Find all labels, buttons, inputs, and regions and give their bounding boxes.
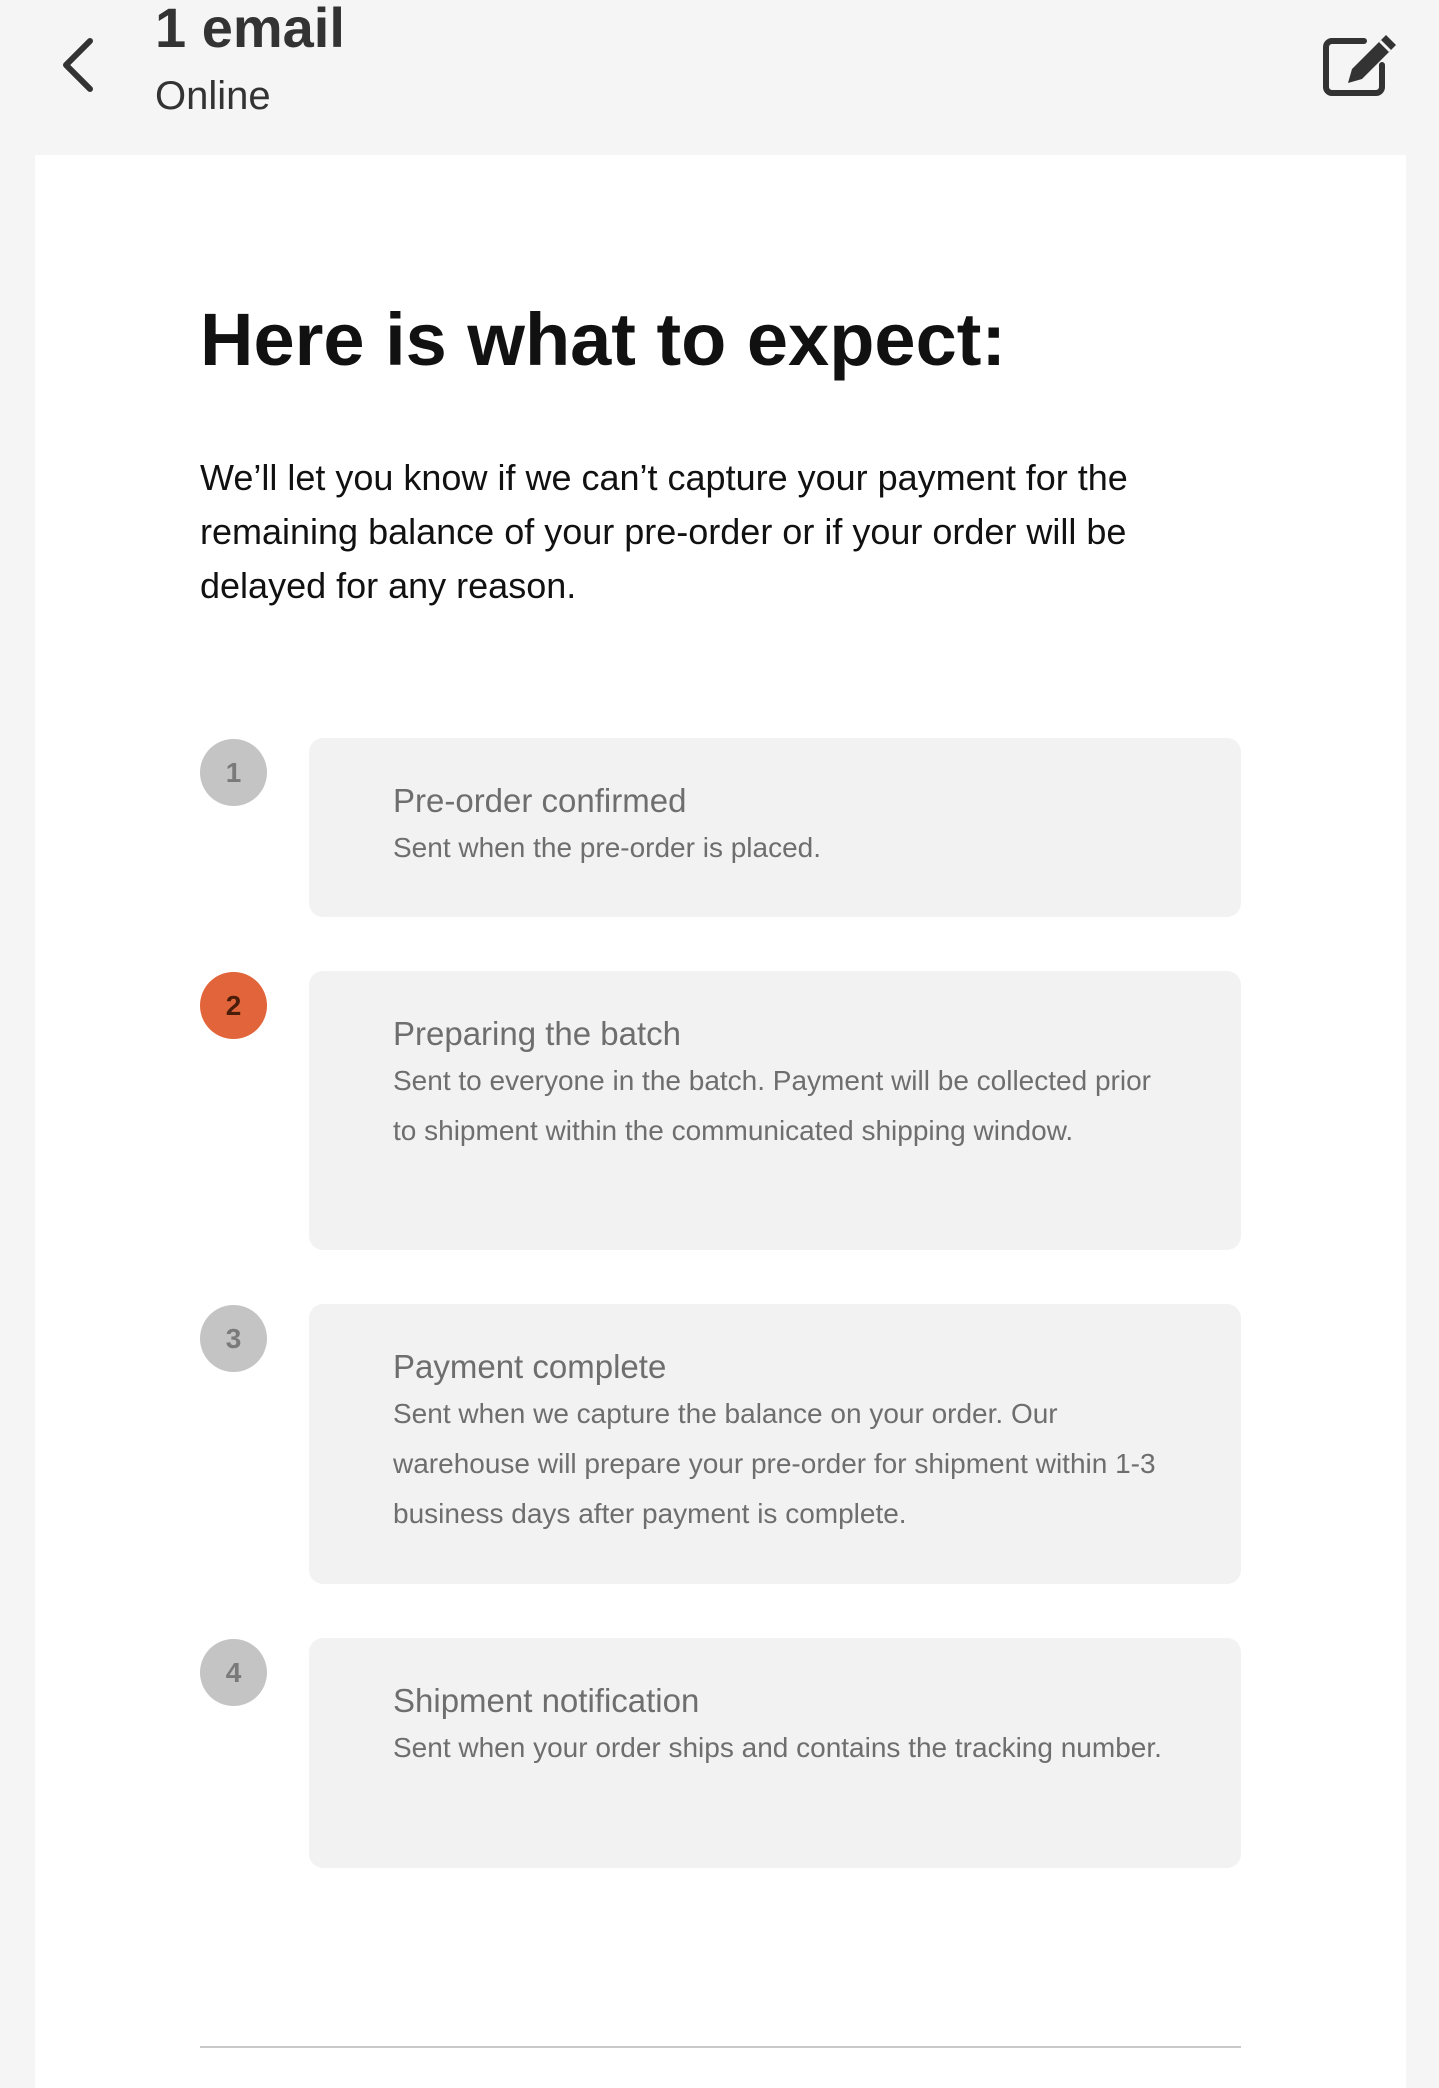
- email-intro: We’ll let you know if we can’t capture y…: [200, 457, 1128, 606]
- step-1-number: 1: [200, 739, 267, 806]
- app-header: 1 email Online: [0, 0, 1439, 155]
- header-title: 1 email: [155, 0, 345, 59]
- back-button[interactable]: [48, 30, 108, 100]
- step-2-number: 2: [200, 972, 267, 1039]
- divider: [200, 2046, 1241, 2048]
- step-1-title: Pre-order confirmed: [393, 782, 687, 819]
- step-3-number: 3: [200, 1305, 267, 1372]
- step-4-number: 4: [200, 1639, 267, 1706]
- compose-icon: [1323, 35, 1396, 96]
- email-view: 1 email Online Here is what to expect: W…: [0, 0, 1439, 2088]
- step-2-box: Preparing the batch Sent to everyone in …: [309, 971, 1241, 1250]
- step-2-title: Preparing the batch: [393, 1015, 682, 1052]
- email-body: Here is what to expect: We’ll let you kn…: [35, 155, 1406, 2088]
- email-heading: Here is what to expect:: [200, 298, 1007, 381]
- step-1-box: Pre-order confirmed Sent when the pre-or…: [309, 738, 1241, 917]
- header-subtitle: Online: [155, 74, 271, 118]
- compose-button[interactable]: [1320, 30, 1400, 100]
- step-4-title: Shipment notification: [393, 1682, 700, 1719]
- step-4-box: Shipment notification Sent when your ord…: [309, 1638, 1241, 1868]
- step-3-title: Payment complete: [393, 1348, 667, 1385]
- step-3-description: Sent when we capture the balance on your…: [393, 1398, 1156, 1529]
- step-1-description: Sent when the pre-order is placed.: [393, 832, 822, 863]
- step-2-description: Sent to everyone in the batch. Payment w…: [393, 1065, 1151, 1146]
- chevron-left-icon: [63, 38, 93, 92]
- step-3-box: Payment complete Sent when we capture th…: [309, 1304, 1241, 1584]
- step-4-description: Sent when your order ships and contains …: [393, 1732, 1162, 1763]
